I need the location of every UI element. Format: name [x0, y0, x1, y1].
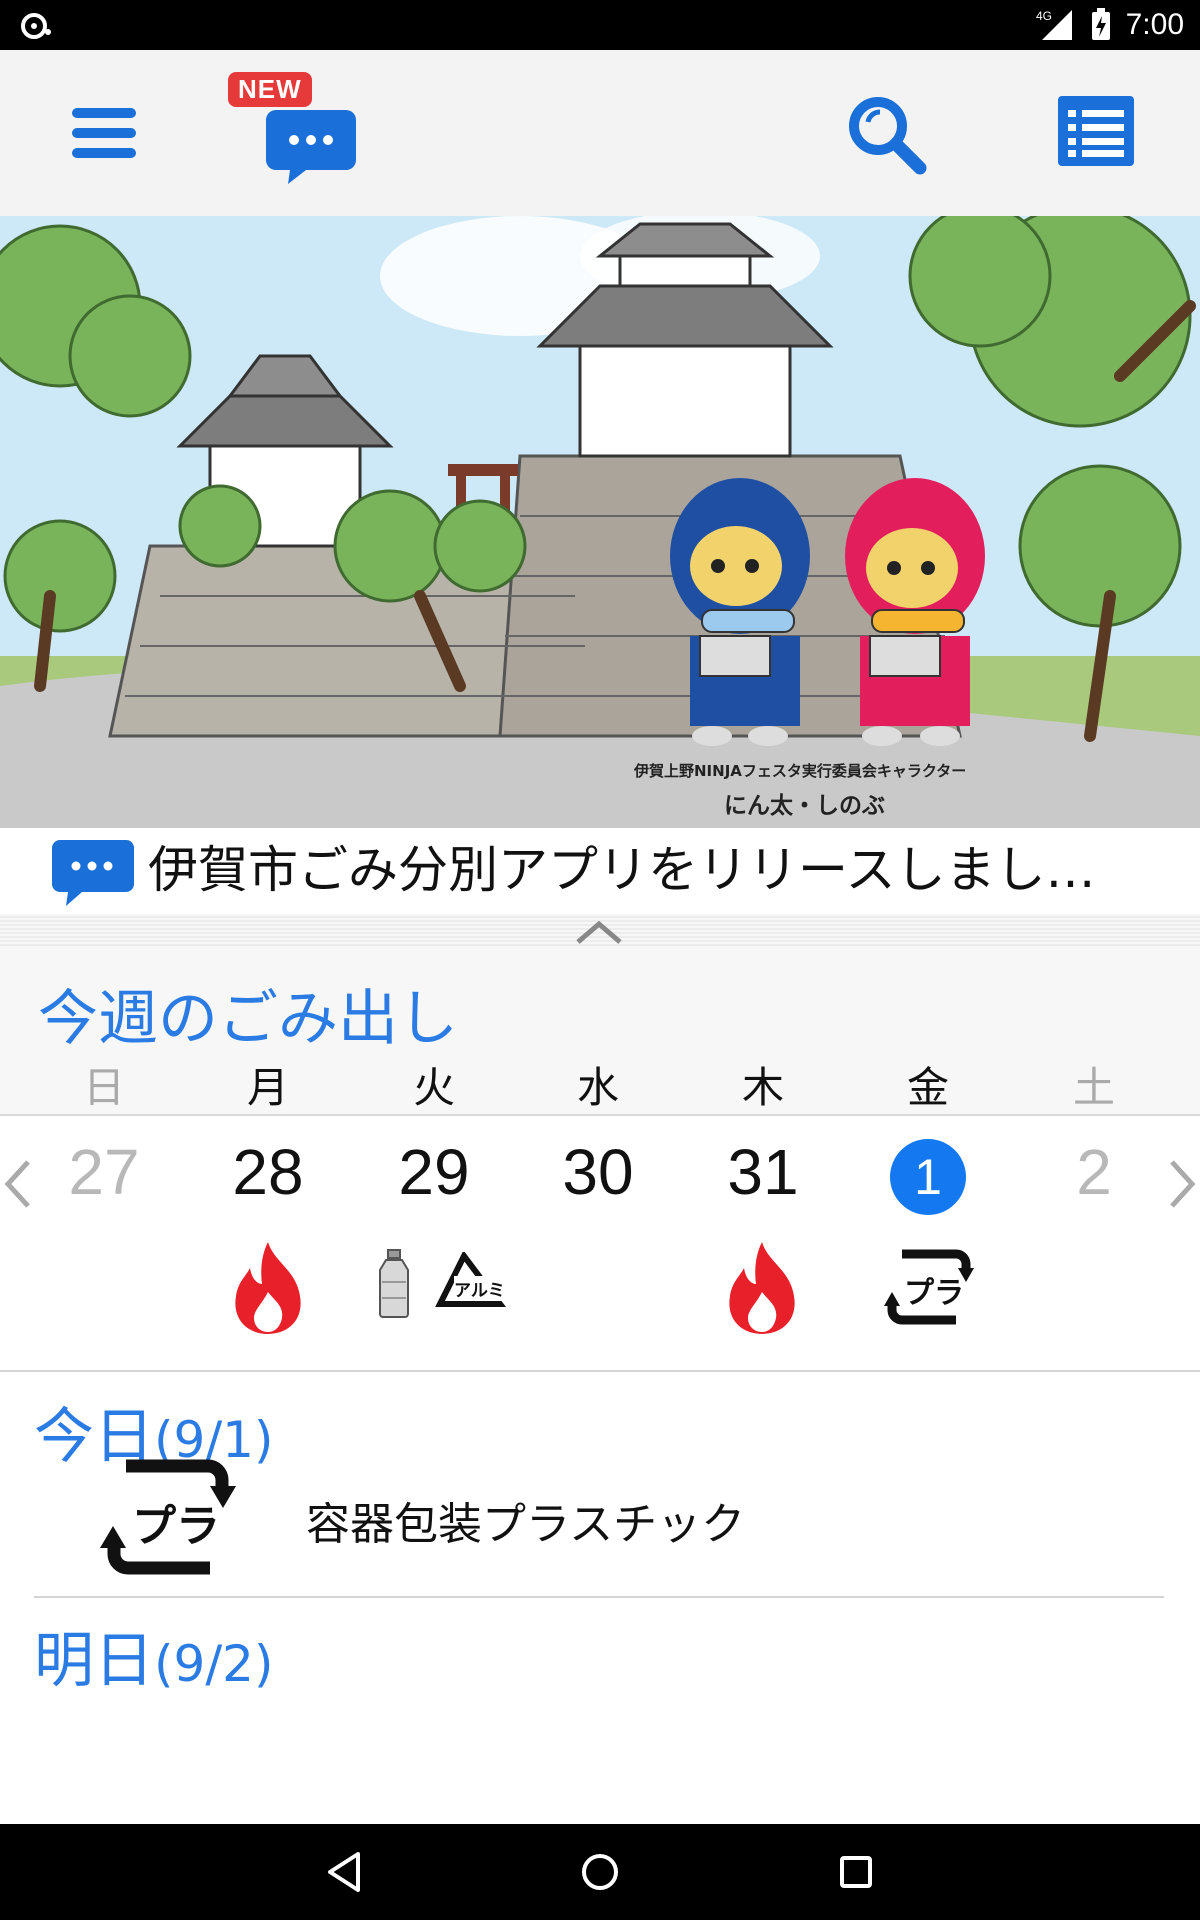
day-number-row: 27 28 29 30 31 1 2 — [0, 1122, 1200, 1232]
chevron-up-icon — [576, 920, 622, 944]
today-marker: 1 — [890, 1139, 966, 1215]
weekday-thu: 木 — [741, 1063, 784, 1112]
banner-character-names: にん太・しのぶ — [724, 793, 885, 819]
castle-ninja-illustration — [0, 216, 1200, 828]
weekday-sat: 土 — [1072, 1063, 1115, 1112]
back-icon[interactable] — [322, 1848, 370, 1896]
pet-bottle-icon — [379, 1249, 409, 1318]
plastic-label: プラ — [904, 1276, 964, 1311]
signal-icon: 4G — [1036, 9, 1072, 40]
new-badge: NEW — [228, 72, 312, 107]
week-header: 今週のごみ出し 日 月 火 水 木 金 土 — [0, 946, 1200, 1116]
news-headline[interactable]: 伊賀市ごみ分別アプリをリリースしまし… — [148, 838, 1148, 902]
system-nav-bar — [0, 1824, 1200, 1920]
day-cell[interactable]: 2 — [1024, 1122, 1164, 1222]
weekday-sun: 日 — [82, 1063, 125, 1112]
today-garbage-type: 容器包装プラスチック — [306, 1499, 746, 1550]
weekday-mon: 月 — [246, 1063, 289, 1112]
week-title: 今週のごみ出し — [38, 984, 458, 1054]
day-cell[interactable]: 29 — [364, 1122, 504, 1222]
plastic-recycle-icon: プラ — [884, 1246, 974, 1328]
notification-icon — [21, 13, 51, 39]
divider — [34, 1596, 1164, 1598]
plastic-recycle-icon: プラ — [100, 1456, 236, 1578]
collapse-handle[interactable] — [0, 914, 1200, 946]
day-cell[interactable]: 28 — [198, 1122, 338, 1222]
battery-charging-icon — [1091, 8, 1110, 40]
tomorrow-heading: 明日(9/2) — [34, 1612, 273, 1699]
tomorrow-label: 明日 — [34, 1626, 154, 1696]
menu-button[interactable] — [60, 88, 150, 178]
clock: 7:00 — [1125, 8, 1184, 41]
weekday-tue: 火 — [412, 1063, 455, 1112]
list-button[interactable] — [1052, 88, 1142, 178]
burnable-fire-icon — [729, 1242, 795, 1334]
day-cell[interactable]: 27 — [34, 1122, 174, 1222]
app-toolbar: NEW — [0, 50, 1200, 216]
day-cell[interactable]: 30 — [528, 1122, 668, 1222]
search-icon — [849, 97, 927, 175]
home-icon[interactable] — [576, 1848, 624, 1896]
divider — [0, 1370, 1200, 1372]
weekday-wed: 水 — [576, 1063, 619, 1112]
banner-illustration[interactable]: 伊賀上野NINJAフェスタ実行委員会キャラクター にん太・しのぶ — [0, 216, 1200, 828]
weekday-row: 日 月 火 水 木 金 土 — [0, 1054, 1200, 1112]
status-bar: 4G 7:00 — [0, 0, 1200, 50]
day-cell[interactable]: 31 — [693, 1122, 833, 1222]
burnable-fire-icon — [235, 1242, 301, 1334]
aluminum-can-icon: アルミ — [434, 1252, 506, 1312]
news-ticker[interactable]: 伊賀市ごみ分別アプリをリリースしまし… — [0, 828, 1200, 914]
weekly-schedule: 今週のごみ出し 日 月 火 水 木 金 土 27 28 29 30 31 1 2 — [0, 946, 1200, 1370]
recent-apps-icon[interactable] — [832, 1848, 880, 1896]
aluminum-label: アルミ — [454, 1276, 505, 1301]
network-label: 4G — [1036, 9, 1052, 23]
plastic-label: プラ — [132, 1501, 220, 1552]
news-button[interactable]: NEW — [224, 72, 364, 192]
menu-icon — [72, 108, 136, 158]
day-cell-today[interactable]: 1 — [858, 1122, 998, 1222]
weekday-fri: 金 — [906, 1063, 949, 1112]
chat-icon — [52, 840, 134, 906]
list-icon — [1058, 96, 1134, 166]
search-button[interactable] — [840, 88, 930, 178]
banner-credit-line: 伊賀上野NINJAフェスタ実行委員会キャラクター — [634, 762, 967, 780]
tomorrow-date: (9/2) — [154, 1635, 274, 1693]
